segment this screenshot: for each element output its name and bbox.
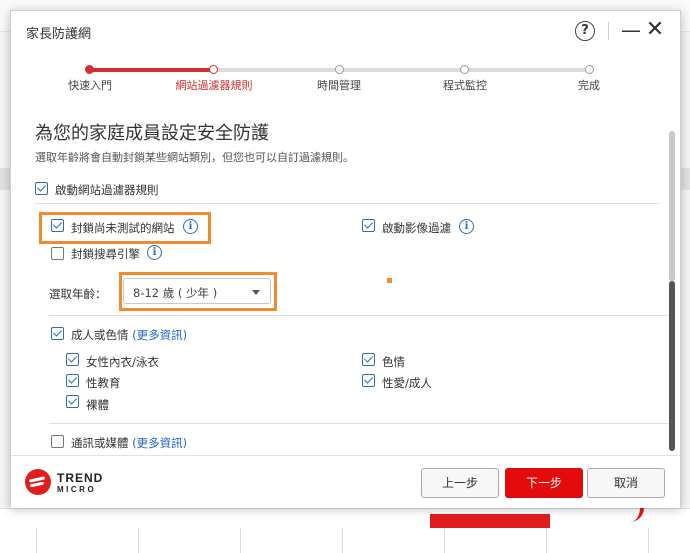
- parental-controls-dialog: 家長防護網 ? — ✕ 快速入門 網站過濾器規則 時間管理 程式監控 完成 為您…: [10, 10, 681, 508]
- close-button[interactable]: ✕: [645, 19, 665, 41]
- comm-more-info-link[interactable]: (更多資訊): [132, 436, 187, 450]
- background-grid-line: [546, 528, 547, 553]
- previous-button[interactable]: 上一步: [421, 468, 499, 498]
- section-divider: [35, 203, 659, 204]
- step-dot-quick-start: [85, 65, 94, 74]
- block-untested-checkbox[interactable]: [51, 219, 64, 232]
- enable-filter-label: 啟動網站過濾器規則: [55, 183, 159, 197]
- block-untested-label: 封鎖尚未測試的網站: [71, 221, 175, 235]
- logo-text-line1: TREND: [57, 471, 104, 485]
- step-label-quick-start: 快速入門: [68, 79, 112, 92]
- step-label-program-monitor: 程式監控: [443, 79, 487, 92]
- nudity-label: 裸體: [86, 398, 109, 412]
- image-filter-info-icon[interactable]: i: [459, 219, 474, 234]
- cancel-button[interactable]: 取消: [587, 468, 665, 498]
- page-subheading: 選取年齡將會自動封鎖某些網站類別，但您也可以自訂過濾規則。: [35, 151, 354, 164]
- lingerie-label: 女性內衣/泳衣: [86, 355, 159, 369]
- background-red-button: [430, 514, 550, 528]
- scrollbar-track-upper: [669, 131, 675, 281]
- content-scrollbar[interactable]: [669, 131, 675, 451]
- step-dot-program-monitor: [460, 65, 469, 74]
- step-dot-website-filter: [209, 65, 218, 74]
- block-search-checkbox[interactable]: [51, 247, 64, 260]
- comm-category-label: 通訊或媒體 (更多資訊): [71, 436, 188, 450]
- block-search-label: 封鎖搜尋引擎: [71, 247, 140, 261]
- background-grid-line: [138, 528, 139, 553]
- age-select-label: 選取年齡：: [49, 287, 107, 301]
- next-button[interactable]: 下一步: [505, 468, 583, 498]
- cursor-marker: [387, 278, 392, 283]
- background-grid-line: [36, 528, 37, 553]
- title-bar: 家長防護網 ? — ✕: [11, 11, 680, 53]
- adult-more-info-link[interactable]: (更多資訊): [132, 328, 187, 342]
- step-label-website-filter: 網站過濾器規則: [175, 79, 253, 92]
- chevron-down-icon: [252, 290, 260, 295]
- lingerie-checkbox[interactable]: [66, 353, 79, 366]
- pornography-checkbox[interactable]: [362, 353, 375, 366]
- step-dot-time-management: [335, 65, 344, 74]
- comm-category-checkbox[interactable]: [51, 435, 64, 448]
- block-search-info-icon[interactable]: i: [147, 245, 162, 260]
- stepper-progress-line: [89, 68, 214, 72]
- sex-education-label: 性教育: [86, 376, 121, 390]
- step-label-finish: 完成: [578, 79, 600, 92]
- age-select[interactable]: 8-12 歲 ( 少年 ): [123, 278, 271, 304]
- background-grid-line: [342, 528, 343, 553]
- image-filter-label: 啟動影像過濾: [382, 221, 451, 235]
- stepper-remaining-line: [214, 68, 589, 72]
- sex-adult-checkbox[interactable]: [362, 374, 375, 387]
- page-heading: 為您的家庭成員設定安全防護: [35, 123, 269, 144]
- section-divider: [49, 423, 669, 424]
- filter-settings-panel: 為您的家庭成員設定安全防護 選取年齡將會自動封鎖某些網站類別，但您也可以自訂過濾…: [11, 115, 680, 455]
- image-filter-checkbox[interactable]: [362, 219, 375, 232]
- adult-category-checkbox[interactable]: [51, 327, 64, 340]
- nudity-checkbox[interactable]: [66, 395, 79, 408]
- background-grid-line: [240, 528, 241, 553]
- sex-education-checkbox[interactable]: [66, 374, 79, 387]
- step-dot-finish: [585, 65, 594, 74]
- background-bottom-bar: [0, 508, 690, 553]
- trend-micro-logo-icon: [25, 469, 51, 495]
- wizard-stepper: 快速入門 網站過濾器規則 時間管理 程式監控 完成: [11, 61, 680, 101]
- background-grid-line: [648, 528, 649, 553]
- dialog-footer: TREND MICRO 上一步 下一步 取消: [11, 455, 680, 508]
- background-grid-line: [444, 528, 445, 553]
- age-select-value: 8-12 歲 ( 少年 ): [133, 286, 218, 300]
- enable-filter-checkbox[interactable]: [35, 182, 48, 195]
- pornography-label: 色情: [382, 355, 405, 369]
- section-divider: [49, 315, 669, 316]
- step-label-time-management: 時間管理: [317, 79, 361, 92]
- dialog-title: 家長防護網: [26, 27, 92, 42]
- adult-category-label: 成人或色情 (更多資訊): [71, 328, 188, 342]
- title-bar-divider: [608, 22, 609, 40]
- scrollbar-thumb[interactable]: [669, 281, 675, 451]
- sex-adult-label: 性愛/成人: [382, 376, 432, 390]
- trend-micro-logo: TREND MICRO: [25, 469, 125, 497]
- block-untested-info-icon[interactable]: i: [183, 219, 198, 234]
- minimize-button[interactable]: —: [621, 20, 641, 42]
- logo-text-line2: MICRO: [57, 485, 97, 494]
- help-icon[interactable]: ?: [575, 21, 595, 41]
